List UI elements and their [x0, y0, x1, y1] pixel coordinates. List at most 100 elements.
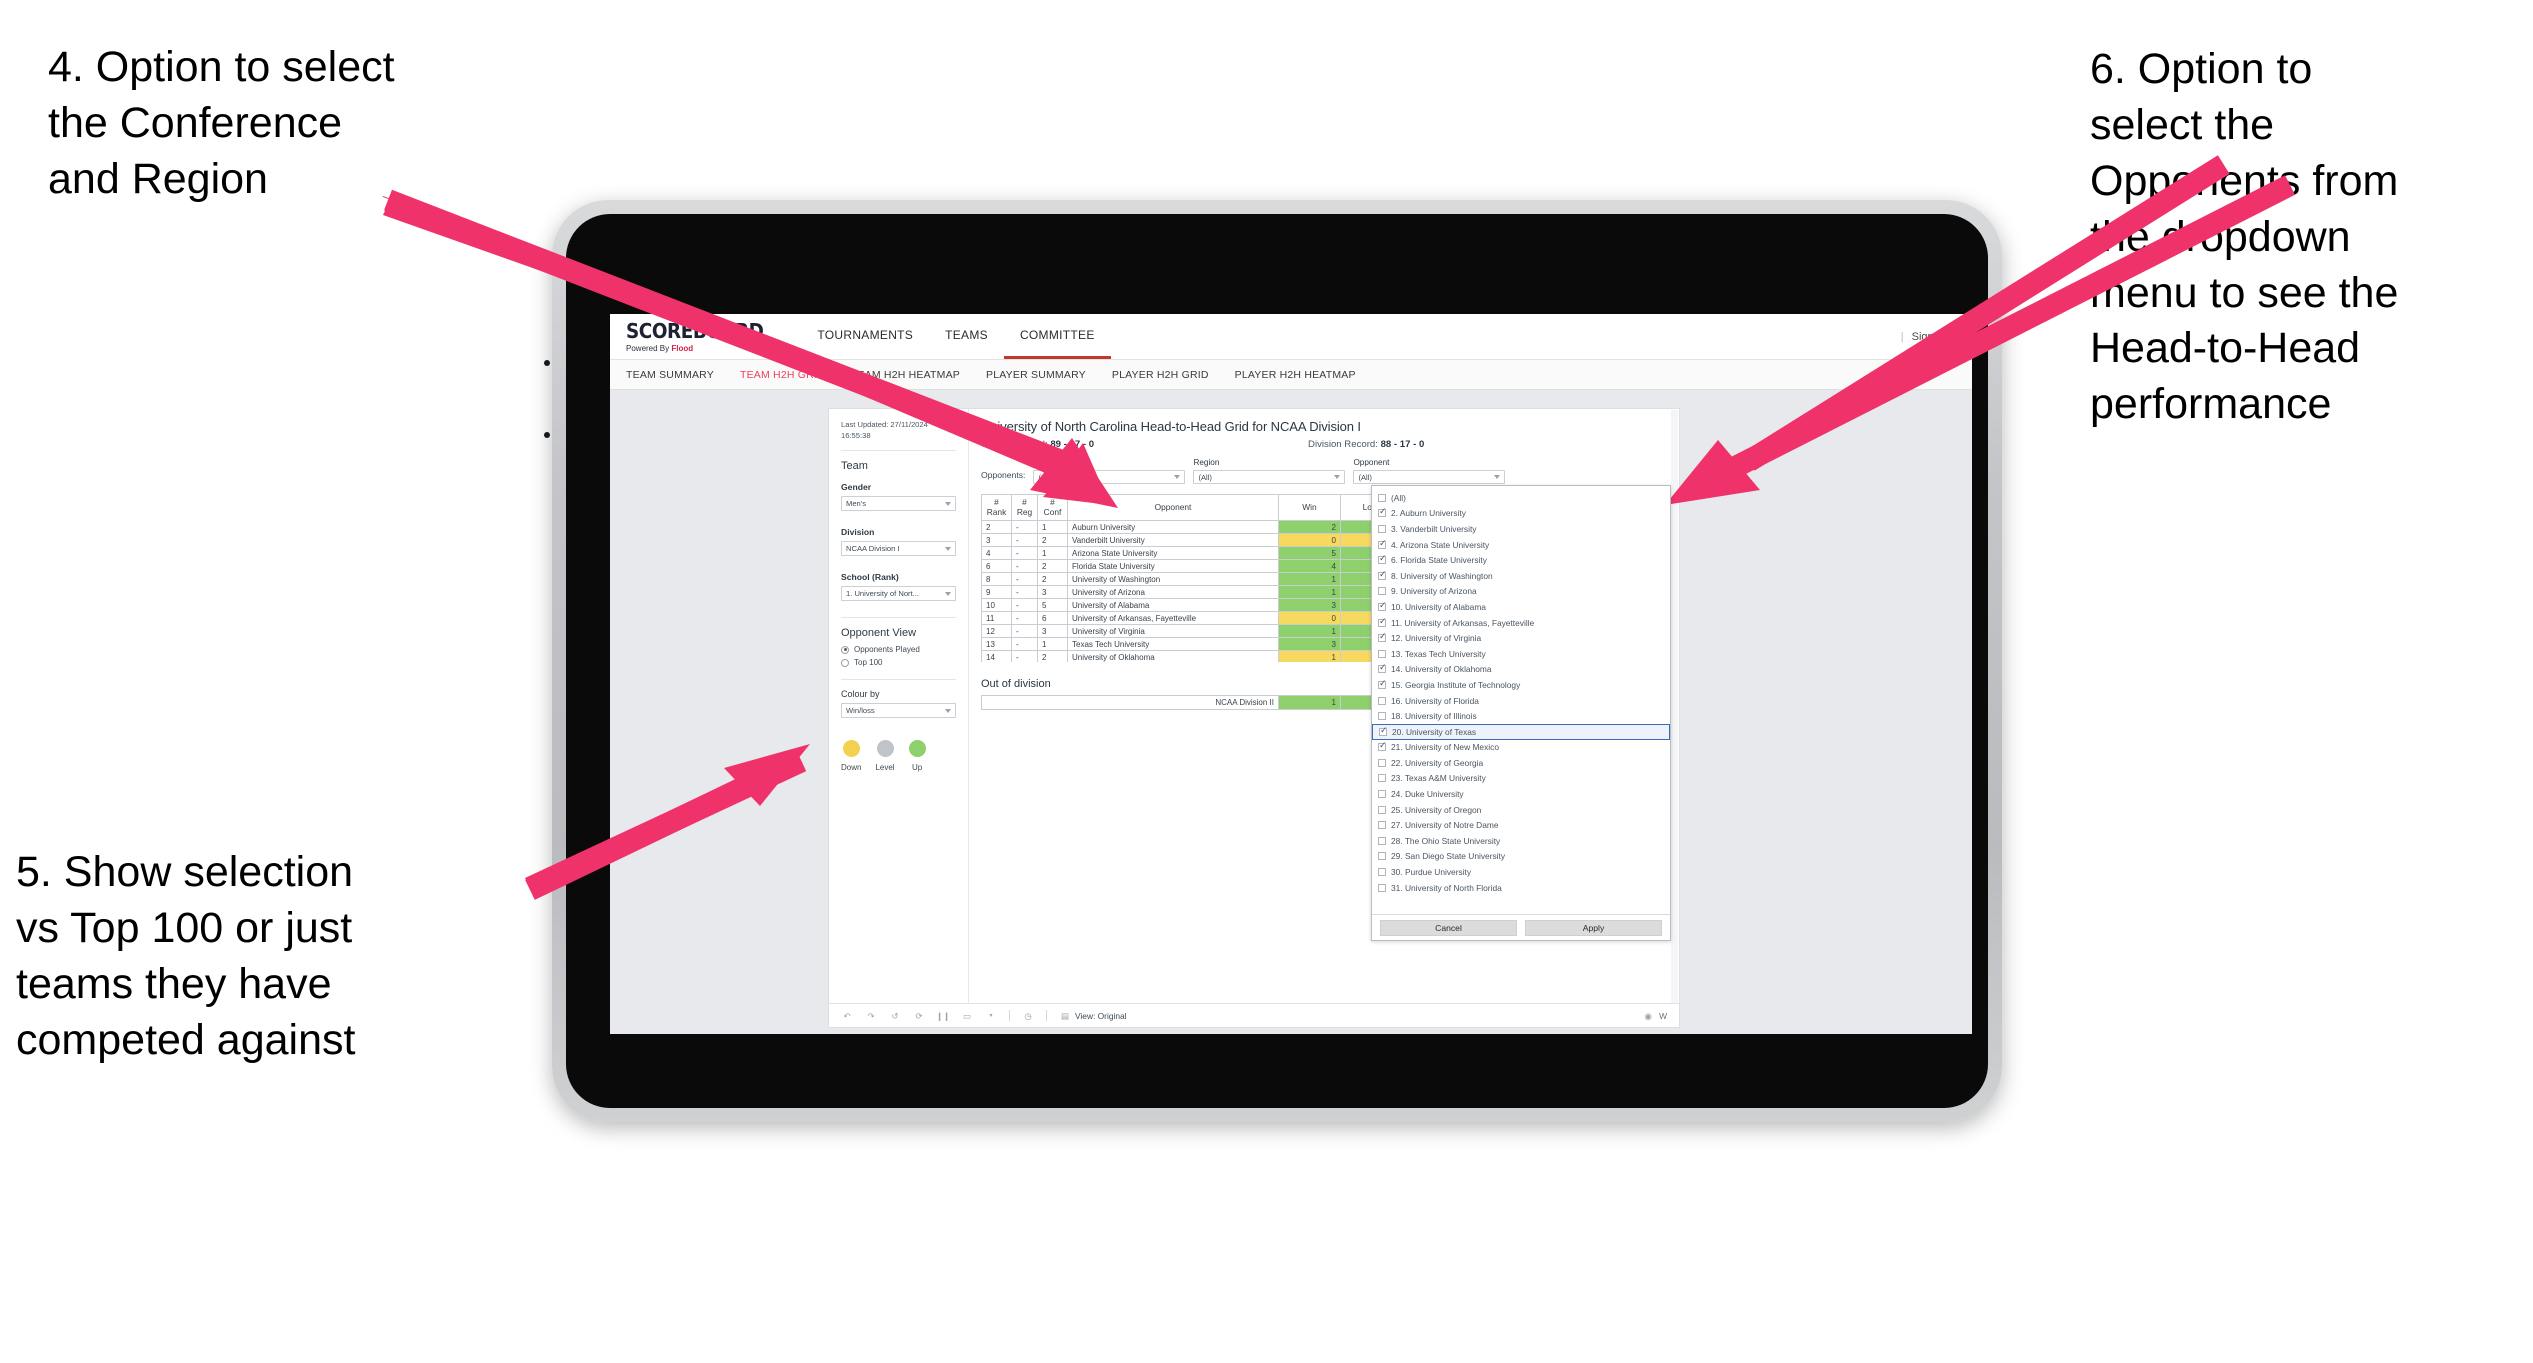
- checkbox-icon[interactable]: [1378, 507, 1387, 518]
- checkbox-icon[interactable]: [1378, 493, 1386, 502]
- checkbox-icon[interactable]: [1378, 883, 1386, 892]
- nav-item-committee[interactable]: COMMITTEE: [1003, 314, 1111, 359]
- subnav-item-player-summary[interactable]: PLAYER SUMMARY: [986, 369, 1086, 381]
- undo-icon[interactable]: ↶: [841, 1010, 853, 1022]
- checkbox-icon[interactable]: [1378, 836, 1386, 845]
- chevron-down-icon: [945, 546, 951, 551]
- region-select[interactable]: (All): [1193, 470, 1346, 484]
- subnav-item-player-h2h-heatmap[interactable]: PLAYER H2H HEATMAP: [1235, 369, 1356, 381]
- dropdown-item[interactable]: 29. San Diego State University: [1372, 849, 1670, 865]
- redo-icon[interactable]: ↷: [865, 1010, 877, 1022]
- dropdown-item[interactable]: 16. University of Florida: [1372, 693, 1670, 709]
- checkbox-icon[interactable]: [1378, 601, 1387, 611]
- dropdown-item[interactable]: 25. University of Oregon: [1372, 802, 1670, 818]
- cell-reg: -: [1011, 624, 1038, 639]
- radio-top-100[interactable]: Top 100: [841, 658, 956, 667]
- divider: [841, 617, 956, 618]
- dropdown-item[interactable]: 21. University of New Mexico: [1372, 740, 1670, 756]
- dropdown-item[interactable]: 12. University of Virginia: [1372, 630, 1670, 646]
- eye-icon[interactable]: ◉: [1642, 1010, 1654, 1022]
- checkbox-icon[interactable]: [1378, 663, 1387, 674]
- dropdown-item[interactable]: 24. Duke University: [1372, 786, 1670, 802]
- checkbox-icon[interactable]: [1378, 852, 1386, 861]
- dropdown-item[interactable]: 10. University of Alabama: [1372, 599, 1670, 615]
- dropdown-item[interactable]: 20. University of Texas: [1372, 723, 1670, 740]
- chevron-down-icon[interactable]: ▾: [985, 1010, 997, 1022]
- checkbox-icon[interactable]: [1378, 712, 1386, 721]
- dropdown-item[interactable]: 14. University of Oklahoma: [1372, 662, 1670, 678]
- checkbox-icon[interactable]: [1378, 570, 1387, 580]
- cell-opponent: University of Virginia: [1067, 624, 1279, 639]
- nav-item-tournaments[interactable]: TOURNAMENTS: [801, 314, 929, 359]
- checkbox-icon[interactable]: [1378, 868, 1386, 877]
- dropdown-item[interactable]: 18. University of Illinois: [1372, 708, 1670, 724]
- checkbox-icon[interactable]: [1378, 632, 1387, 643]
- dropdown-item[interactable]: 9. University of Arizona: [1372, 584, 1670, 600]
- checkbox-icon[interactable]: [1378, 587, 1386, 596]
- dropdown-item[interactable]: 2. Auburn University: [1372, 506, 1670, 522]
- checkbox-icon[interactable]: [1379, 726, 1388, 736]
- view-original-button[interactable]: ▤ View: Original: [1059, 1010, 1126, 1022]
- history-icon[interactable]: ◷: [1022, 1010, 1034, 1022]
- division-select[interactable]: NCAA Division I: [841, 541, 956, 556]
- subnav-item-team-h2h-heatmap[interactable]: TEAM H2H HEATMAP: [851, 369, 960, 381]
- brand-logo[interactable]: SCOREBOARD Powered By Flood: [626, 314, 801, 359]
- dropdown-item[interactable]: 3. Vanderbilt University: [1372, 521, 1670, 537]
- cell-rank: 4: [981, 546, 1012, 561]
- opponent-dropdown-list[interactable]: (All) 2. Auburn University 3. Vanderbilt U…: [1372, 486, 1670, 914]
- dropdown-item[interactable]: 27. University of Notre Dame: [1372, 817, 1670, 833]
- colour-by-select[interactable]: Win/loss: [841, 703, 956, 718]
- dropdown-item[interactable]: 4. Arizona State University: [1372, 537, 1670, 553]
- radio-opponents-played[interactable]: Opponents Played: [841, 645, 956, 654]
- refresh-data-icon[interactable]: ⟳: [913, 1010, 925, 1022]
- dropdown-item-label: 12. University of Virginia: [1391, 633, 1482, 644]
- checkbox-icon[interactable]: [1378, 539, 1387, 549]
- checkbox-icon[interactable]: [1378, 805, 1386, 814]
- checkbox-icon[interactable]: [1378, 696, 1386, 705]
- presentation-mode-icon[interactable]: ▭: [961, 1010, 973, 1022]
- dropdown-item[interactable]: 13. Texas Tech University: [1372, 646, 1670, 662]
- dropdown-item[interactable]: 23. Texas A&M University: [1372, 771, 1670, 787]
- dropdown-item[interactable]: 15. Georgia Institute of Technology: [1372, 677, 1670, 693]
- nav-item-teams[interactable]: TEAMS: [929, 314, 1004, 359]
- conference-select[interactable]: (All): [1033, 470, 1186, 484]
- checkbox-icon[interactable]: [1378, 649, 1386, 658]
- checkbox-icon[interactable]: [1378, 774, 1386, 783]
- apply-button[interactable]: Apply: [1525, 919, 1662, 936]
- dropdown-item[interactable]: 22. University of Georgia: [1372, 755, 1670, 771]
- cell-reg: -: [1011, 598, 1038, 613]
- gender-select[interactable]: Men's: [841, 496, 956, 511]
- checkbox-icon[interactable]: [1378, 617, 1387, 627]
- checkbox-icon[interactable]: [1378, 741, 1387, 752]
- subnav-item-player-h2h-grid[interactable]: PLAYER H2H GRID: [1112, 369, 1209, 381]
- pause-updates-icon[interactable]: ❙❙: [936, 1010, 950, 1022]
- cell-rank: 8: [981, 572, 1012, 587]
- dropdown-item[interactable]: 8. University of Washington: [1372, 568, 1670, 584]
- sign-out-link[interactable]: Sign out: [1912, 331, 1952, 343]
- gender-label: Gender: [841, 482, 872, 492]
- dropdown-item[interactable]: (All): [1372, 490, 1670, 506]
- cancel-button[interactable]: Cancel: [1380, 919, 1517, 936]
- subnav-item-team-h2h-grid[interactable]: TEAM H2H GRID: [740, 369, 825, 381]
- checkbox-icon[interactable]: [1378, 758, 1386, 767]
- overall-record-label: Overall Record:: [981, 439, 1051, 450]
- school-rank-select[interactable]: 1. University of Nort...: [841, 586, 956, 601]
- dashboard-scrollbar-track[interactable]: [1670, 410, 1678, 1026]
- cell-win: 0: [1278, 533, 1341, 548]
- dropdown-item[interactable]: 6. Florida State University: [1372, 552, 1670, 568]
- dropdown-item[interactable]: 11. University of Arkansas, Fayetteville: [1372, 615, 1670, 631]
- revert-icon[interactable]: ↺: [889, 1010, 901, 1022]
- opponent-dropdown-panel[interactable]: (All) 2. Auburn University 3. Vanderbilt U…: [1371, 485, 1671, 941]
- opponent-select[interactable]: (All): [1353, 470, 1506, 484]
- dropdown-item-label: 2. Auburn University: [1391, 508, 1466, 519]
- checkbox-icon[interactable]: [1378, 679, 1387, 689]
- checkbox-icon[interactable]: [1378, 821, 1386, 830]
- dropdown-item[interactable]: 30. Purdue University: [1372, 864, 1670, 880]
- dropdown-item[interactable]: 31. University of North Florida: [1372, 880, 1670, 896]
- checkbox-icon[interactable]: [1378, 790, 1386, 799]
- checkbox-icon[interactable]: [1378, 554, 1387, 565]
- dropdown-item[interactable]: 28. The Ohio State University: [1372, 833, 1670, 849]
- col-win: Win: [1278, 493, 1341, 522]
- subnav-item-team-summary[interactable]: TEAM SUMMARY: [626, 369, 714, 381]
- checkbox-icon[interactable]: [1378, 524, 1386, 533]
